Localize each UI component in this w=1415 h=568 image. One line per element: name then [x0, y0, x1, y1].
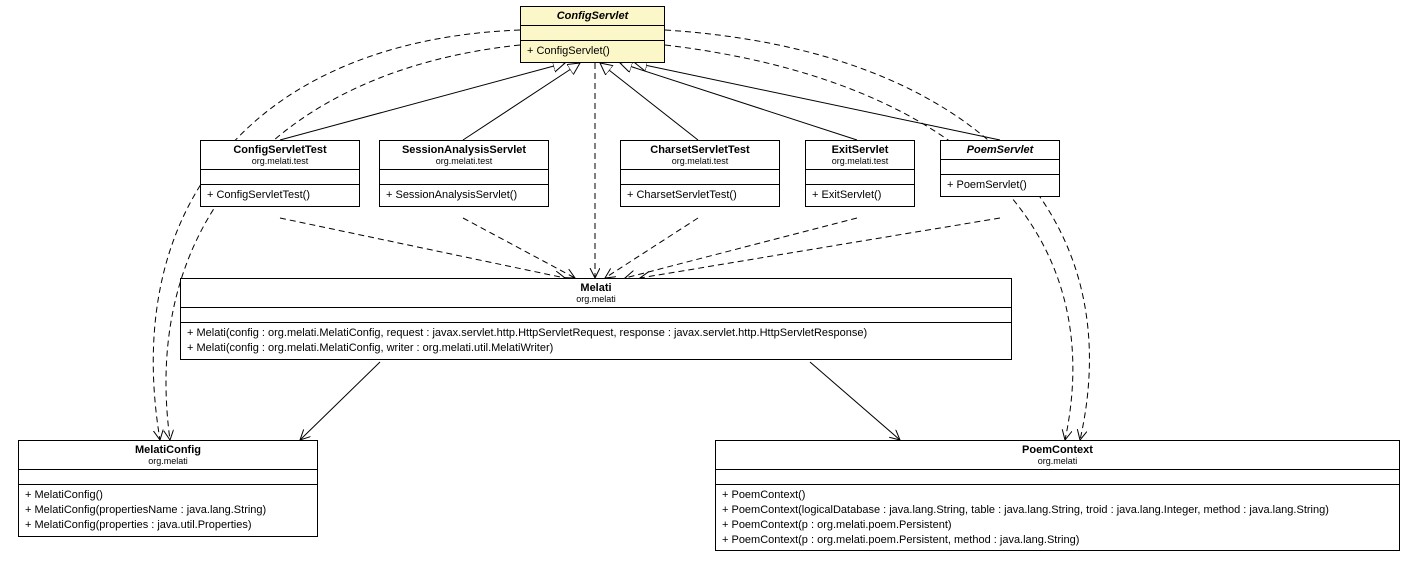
attributes-compartment: [521, 26, 664, 41]
operations-compartment: + PoemServlet(): [941, 175, 1059, 196]
operations-compartment: + Melati(config : org.melati.MelatiConfi…: [181, 323, 1011, 359]
operation: + PoemContext(p : org.melati.poem.Persis…: [722, 518, 1393, 533]
operation: + PoemContext(logicalDatabase : java.lan…: [722, 503, 1393, 518]
attributes-compartment: [19, 470, 317, 485]
class-name: ExitServlet: [812, 144, 908, 156]
operations-compartment: + ConfigServlet(): [521, 41, 664, 62]
class-config-servlet: ConfigServlet + ConfigServlet(): [520, 6, 665, 63]
class-melati-config: MelatiConfig org.melati + MelatiConfig()…: [18, 440, 318, 537]
class-package: org.melati: [722, 456, 1393, 466]
class-exit-servlet: ExitServlet org.melati.test + ExitServle…: [805, 140, 915, 207]
class-melati: Melati org.melati + Melati(config : org.…: [180, 278, 1012, 360]
uml-diagram: ConfigServlet + ConfigServlet() ConfigSe…: [0, 0, 1415, 568]
class-header: ExitServlet org.melati.test: [806, 141, 914, 170]
operations-compartment: + MelatiConfig() + MelatiConfig(properti…: [19, 485, 317, 536]
operation: + ConfigServlet(): [527, 44, 658, 59]
operation: + Melati(config : org.melati.MelatiConfi…: [187, 326, 1005, 341]
operation: + Melati(config : org.melati.MelatiConfi…: [187, 341, 1005, 356]
class-header: ConfigServlet: [521, 7, 664, 26]
attributes-compartment: [201, 170, 359, 185]
class-session-analysis-servlet: SessionAnalysisServlet org.melati.test +…: [379, 140, 549, 207]
operation: + MelatiConfig(propertiesName : java.lan…: [25, 503, 311, 518]
operations-compartment: + ExitServlet(): [806, 185, 914, 206]
class-name: Melati: [187, 282, 1005, 294]
class-package: org.melati: [187, 294, 1005, 304]
operations-compartment: + PoemContext() + PoemContext(logicalDat…: [716, 485, 1399, 550]
operation: + MelatiConfig(properties : java.util.Pr…: [25, 518, 311, 533]
operation: + MelatiConfig(): [25, 488, 311, 503]
operation: + ExitServlet(): [812, 188, 908, 203]
class-name: PoemContext: [722, 444, 1393, 456]
operation: + PoemContext(p : org.melati.poem.Persis…: [722, 533, 1393, 548]
operation: + PoemServlet(): [947, 178, 1053, 193]
operation: + PoemContext(): [722, 488, 1393, 503]
class-name: ConfigServletTest: [207, 144, 353, 156]
class-poem-context: PoemContext org.melati + PoemContext() +…: [715, 440, 1400, 551]
attributes-compartment: [380, 170, 548, 185]
attributes-compartment: [941, 160, 1059, 175]
operations-compartment: + SessionAnalysisServlet(): [380, 185, 548, 206]
class-charset-servlet-test: CharsetServletTest org.melati.test + Cha…: [620, 140, 780, 207]
class-name: MelatiConfig: [25, 444, 311, 456]
class-name: ConfigServlet: [527, 10, 658, 22]
operation: + CharsetServletTest(): [627, 188, 773, 203]
class-poem-servlet: PoemServlet + PoemServlet(): [940, 140, 1060, 197]
class-header: SessionAnalysisServlet org.melati.test: [380, 141, 548, 170]
class-package: org.melati.test: [627, 156, 773, 166]
class-name: CharsetServletTest: [627, 144, 773, 156]
class-package: org.melati: [25, 456, 311, 466]
class-header: CharsetServletTest org.melati.test: [621, 141, 779, 170]
attributes-compartment: [621, 170, 779, 185]
attributes-compartment: [181, 308, 1011, 323]
class-header: Melati org.melati: [181, 279, 1011, 308]
class-header: ConfigServletTest org.melati.test: [201, 141, 359, 170]
class-header: MelatiConfig org.melati: [19, 441, 317, 470]
operation: + SessionAnalysisServlet(): [386, 188, 542, 203]
attributes-compartment: [806, 170, 914, 185]
class-name: PoemServlet: [947, 144, 1053, 156]
operations-compartment: + ConfigServletTest(): [201, 185, 359, 206]
class-name: SessionAnalysisServlet: [386, 144, 542, 156]
attributes-compartment: [716, 470, 1399, 485]
operations-compartment: + CharsetServletTest(): [621, 185, 779, 206]
class-config-servlet-test: ConfigServletTest org.melati.test + Conf…: [200, 140, 360, 207]
class-package: org.melati.test: [386, 156, 542, 166]
operation: + ConfigServletTest(): [207, 188, 353, 203]
class-package: org.melati.test: [812, 156, 908, 166]
class-package: org.melati.test: [207, 156, 353, 166]
class-header: PoemContext org.melati: [716, 441, 1399, 470]
class-header: PoemServlet: [941, 141, 1059, 160]
